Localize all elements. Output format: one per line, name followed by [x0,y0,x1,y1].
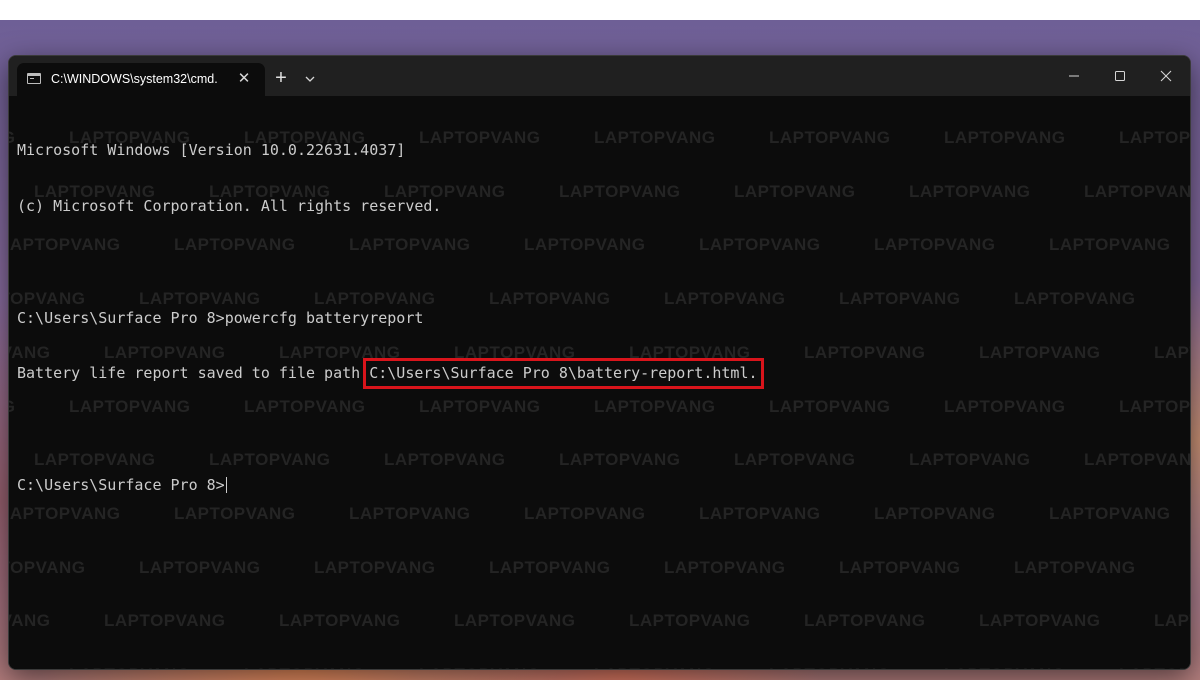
watermark-text: LAPTOPVANG [1014,289,1136,309]
window-close-button[interactable] [1142,56,1188,94]
watermark-text: LAPTOPVANG [734,181,856,201]
tab-title: C:\WINDOWS\system32\cmd. [51,72,218,86]
terminal-window: C:\WINDOWS\system32\cmd. ✕ + LAPTOPVANG … [8,55,1191,670]
watermark-text: LAPTOPVANG [664,557,786,577]
prompt: C:\Users\Surface Pro 8> [17,475,225,494]
watermark-text: LAPTOPVANG [9,557,86,577]
highlighted-file-path: C:\Users\Surface Pro 8\battery-report.ht… [363,358,764,389]
watermark-text: LAPTOPVANG [769,128,891,147]
command-line: C:\Users\Surface Pro 8>powercfg batteryr… [17,309,758,328]
watermark-text: LAPTOPVANG [944,128,1066,147]
watermark-text: LAPTOPVANG [9,665,69,669]
terminal-icon [27,73,41,84]
new-tab-button[interactable]: + [267,66,295,92]
command-text: powercfg batteryreport [224,308,424,327]
watermark-text: LAPTOPVANG [1084,450,1190,470]
watermark-row: LAPTOPVANG LAPTOPVANG LAPTOPVANG LAPTOPVANG… [9,558,1190,578]
watermark-text: LAPTOPVANG [594,665,769,669]
watermark-text: LAPTOPVANG [839,289,961,309]
watermark-row: LAPTOPVANG LAPTOPVANG LAPTOPVANG LAPTOPVANG… [9,611,1190,631]
text-cursor [225,476,227,493]
maximize-icon [1115,71,1125,81]
console-area[interactable]: LAPTOPVANG LAPTOPVANG LAPTOPVANG LAPTOPVANG… [9,96,1190,669]
watermark-text: LAPTOPVANG [909,181,1031,201]
watermark-text: LAPTOPVANG [804,611,926,631]
minimize-button[interactable] [1050,56,1096,94]
result-text: Battery life report saved to file path [17,364,370,383]
watermark-text: LAPTOPVANG [979,611,1101,631]
watermark-text: LAPTOPVANG [944,396,1066,416]
minimize-icon [1069,75,1079,77]
console-output: Microsoft Windows [Version 10.0.22631.40… [17,104,764,532]
title-bar[interactable]: C:\WINDOWS\system32\cmd. ✕ + [9,56,1190,96]
watermark-text: LAPTOPVANG [804,342,926,362]
current-prompt-line[interactable]: C:\Users\Surface Pro 8> [17,476,758,495]
watermark-text: LAPTOPVANG [909,450,1031,470]
watermark-text: LAPTOPVANG [874,503,996,523]
watermark-text: LAPTOPVANG [1119,665,1190,669]
watermark-text: LAPTOPVANG [419,665,594,669]
watermark-text: LAPTOPVANG [1119,396,1190,416]
watermark-text: LAPTOPVANG [1154,611,1190,631]
watermark-text: LAPTOPVANG [139,557,261,577]
watermark-text: LAPTOPVANG [279,611,401,631]
watermark-text: LAPTOPVANG [944,665,1119,669]
chevron-down-icon [305,76,315,82]
watermark-text: LAPTOPVANG [1049,503,1171,523]
watermark-text: LAPTOPVANG [69,665,244,669]
watermark-text: LAPTOPVANG [1189,558,1190,578]
watermark-text: LAPTOPVANG [769,665,944,669]
copyright-line: (c) Microsoft Corporation. All rights re… [17,196,442,215]
watermark-text: LAPTOPVANG [734,450,856,470]
watermark-text: LAPTOPVANG [9,611,51,631]
watermark-text: LAPTOPVANG [979,342,1101,362]
watermark-text: LAPTOPVANG [1189,289,1190,309]
close-icon [1160,70,1172,82]
tab-cmd[interactable]: C:\WINDOWS\system32\cmd. ✕ [17,63,265,96]
watermark-text: LAPTOPVANG [874,235,996,255]
maximize-button[interactable] [1096,56,1142,94]
version-line: Microsoft Windows [Version 10.0.22631.40… [17,141,406,160]
watermark-text: LAPTOPVANG [629,611,751,631]
desktop-background: C:\WINDOWS\system32\cmd. ✕ + LAPTOPVANG … [0,20,1200,680]
watermark-text: LAPTOPVANG [244,665,419,669]
watermark-text: LAPTOPVANG [1084,181,1190,201]
watermark-row: LAPTOPVANGLAPTOPVANGLAPTOPVANGLAPTOPVANG… [9,665,1190,669]
watermark-text: LAPTOPVANG [104,611,226,631]
tab-close-icon[interactable]: ✕ [233,69,255,89]
watermark-text: LAPTOPVANG [1119,128,1190,147]
watermark-text: LAPTOPVANG [839,557,961,577]
watermark-text: LAPTOPVANG [1049,235,1171,255]
watermark-text: LAPTOPVANG [314,557,436,577]
watermark-text: LAPTOPVANG [1154,342,1190,362]
prompt: C:\Users\Surface Pro 8> [17,308,225,327]
tab-dropdown-button[interactable] [299,68,321,90]
watermark-text: LAPTOPVANG [454,611,576,631]
watermark-text: LAPTOPVANG [769,396,891,416]
watermark-text: LAPTOPVANG [489,557,611,577]
watermark-text: LAPTOPVANG [1014,557,1136,577]
result-line: Battery life report saved to file path C… [17,358,764,389]
